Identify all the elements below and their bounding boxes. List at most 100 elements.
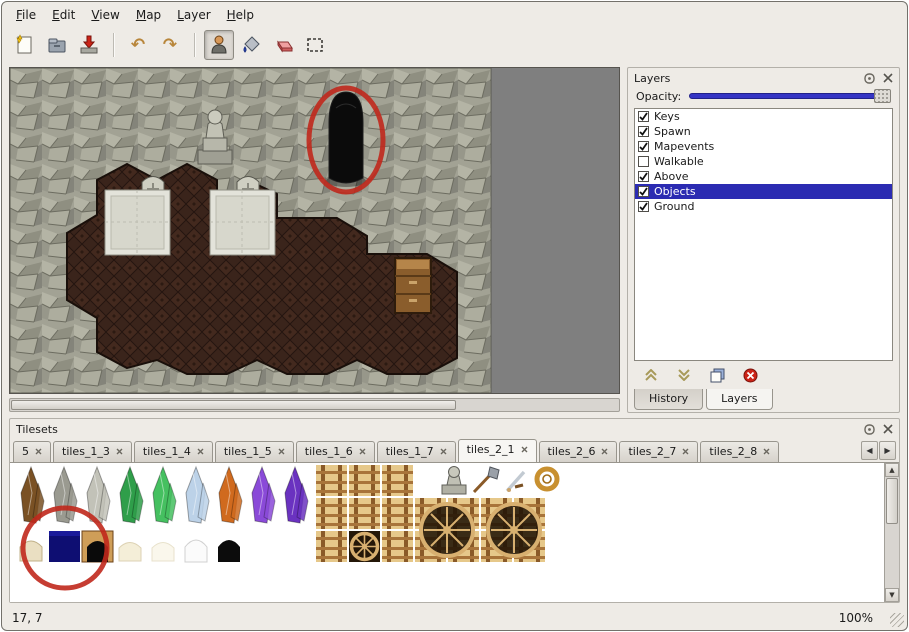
tileset-tab[interactable]: tiles_1_7 — [377, 441, 456, 462]
tilesets-close-button[interactable] — [880, 422, 895, 436]
opacity-slider-handle[interactable] — [874, 89, 891, 103]
tab-close-icon[interactable] — [116, 448, 123, 455]
toolbar-separator — [113, 33, 114, 57]
menu-map[interactable]: Map — [128, 5, 169, 25]
layers-float-button[interactable] — [862, 71, 877, 85]
toolbar-separator — [194, 33, 195, 57]
layer-duplicate-button[interactable] — [708, 366, 726, 384]
tileset-tab-active[interactable]: tiles_2_1 — [458, 439, 537, 462]
selection-rectangle-icon — [304, 34, 326, 56]
layer-checkbox[interactable] — [638, 111, 649, 122]
tab-scroll-buttons: ◀ ▶ — [861, 441, 896, 462]
map-canvas[interactable] — [10, 68, 619, 393]
tab-layers[interactable]: Layers — [706, 389, 772, 410]
layer-checkbox[interactable] — [638, 171, 649, 182]
tab-close-icon[interactable] — [278, 448, 285, 455]
layer-checkbox[interactable] — [638, 186, 649, 197]
tileset-tab[interactable]: tiles_2_6 — [539, 441, 618, 462]
tileset-tab[interactable]: tiles_2_7 — [619, 441, 698, 462]
fill-tool-button[interactable] — [236, 30, 266, 60]
undo-button[interactable]: ↶ — [123, 30, 153, 60]
tileset-wheel — [349, 531, 380, 562]
layer-label: Above — [654, 170, 689, 183]
tab-history[interactable]: History — [634, 389, 703, 410]
tileset-tab[interactable]: tiles_2_8 — [700, 441, 779, 462]
layer-raise-button[interactable] — [642, 366, 660, 384]
opacity-row: Opacity: — [628, 86, 899, 108]
layer-row-mapevents[interactable]: Mapevents — [635, 139, 892, 154]
float-icon — [864, 424, 875, 435]
menu-view[interactable]: View — [83, 5, 127, 25]
tab-close-icon[interactable] — [521, 446, 528, 453]
layer-list[interactable]: Keys Spawn Mapevents Walkable — [634, 108, 893, 361]
redo-button[interactable]: ↷ — [155, 30, 185, 60]
tileset-tab[interactable]: tiles_1_5 — [215, 441, 294, 462]
layer-row-objects[interactable]: Objects — [635, 184, 892, 199]
tilesets-float-button[interactable] — [862, 422, 877, 436]
check-icon — [639, 187, 648, 196]
tab-scroll-left-button[interactable]: ◀ — [861, 441, 878, 460]
tab-close-icon[interactable] — [601, 448, 608, 455]
check-icon — [639, 112, 648, 121]
tileset-wagon-wheel — [421, 504, 473, 556]
layer-label: Mapevents — [654, 140, 714, 153]
new-button[interactable] — [10, 30, 40, 60]
tileset-tab[interactable]: tiles_1_6 — [296, 441, 375, 462]
map-cloaked-figure — [326, 92, 366, 187]
tileset-vscroll-track[interactable] — [885, 525, 899, 588]
layer-row-walkable[interactable]: Walkable — [635, 154, 892, 169]
menu-help[interactable]: Help — [219, 5, 262, 25]
tab-close-icon[interactable] — [682, 448, 689, 455]
layer-row-above[interactable]: Above — [635, 169, 892, 184]
tab-close-icon[interactable] — [763, 448, 770, 455]
layer-row-ground[interactable]: Ground — [635, 199, 892, 214]
scroll-down-arrow[interactable]: ▼ — [885, 588, 899, 602]
layer-lower-button[interactable] — [675, 366, 693, 384]
tileset-tab[interactable]: tiles_1_3 — [53, 441, 132, 462]
layer-checkbox[interactable] — [638, 156, 649, 167]
menubar: File Edit View Map Layer Help — [2, 2, 907, 26]
layer-row-spawn[interactable]: Spawn — [635, 124, 892, 139]
layer-checkbox[interactable] — [638, 141, 649, 152]
map-hscroll-thumb[interactable] — [11, 400, 456, 410]
opacity-slider[interactable] — [689, 89, 891, 103]
layer-label: Spawn — [654, 125, 691, 138]
resize-grip[interactable] — [890, 613, 904, 627]
layer-label: Objects — [654, 185, 696, 198]
tileset-vscroll-thumb[interactable] — [886, 478, 898, 524]
duplicate-layer-icon — [710, 368, 725, 383]
layer-row-keys[interactable]: Keys — [635, 109, 892, 124]
statusbar: 17, 7 100% — [2, 606, 907, 630]
layer-checkbox[interactable] — [638, 201, 649, 212]
layers-dock-titlebar: Layers — [628, 68, 899, 86]
tileset-vertical-scrollbar[interactable]: ▲ ▼ — [884, 463, 899, 602]
eraser-tool-button[interactable] — [268, 30, 298, 60]
layer-checkbox[interactable] — [638, 126, 649, 137]
map-horizontal-scrollbar[interactable] — [9, 398, 620, 412]
save-button[interactable] — [74, 30, 104, 60]
layers-panel: Layers Opacity: — [627, 67, 900, 413]
tab-close-icon[interactable] — [197, 448, 204, 455]
menu-file[interactable]: File — [8, 5, 44, 25]
tileset-tab[interactable]: tiles_1_4 — [134, 441, 213, 462]
tileset-tab[interactable]: 5 — [13, 441, 51, 462]
tab-close-icon[interactable] — [35, 448, 42, 455]
stamp-tool-button[interactable] — [204, 30, 234, 60]
opacity-slider-fill — [689, 93, 889, 99]
map-platform — [105, 190, 170, 255]
menu-edit[interactable]: Edit — [44, 5, 83, 25]
undo-icon: ↶ — [131, 37, 145, 54]
scroll-up-arrow[interactable]: ▲ — [885, 463, 899, 477]
tab-close-icon[interactable] — [359, 448, 366, 455]
layers-close-button[interactable] — [880, 71, 895, 85]
map-viewport[interactable] — [9, 67, 620, 394]
menu-layer[interactable]: Layer — [169, 5, 218, 25]
tileset-image[interactable] — [10, 463, 884, 593]
tileset-canvas[interactable] — [10, 463, 884, 602]
tab-close-icon[interactable] — [440, 448, 447, 455]
tab-scroll-right-button[interactable]: ▶ — [879, 441, 896, 460]
open-button[interactable] — [42, 30, 72, 60]
layer-delete-button[interactable] — [741, 366, 759, 384]
select-tool-button[interactable] — [300, 30, 330, 60]
lower-layer-icon — [677, 369, 691, 381]
